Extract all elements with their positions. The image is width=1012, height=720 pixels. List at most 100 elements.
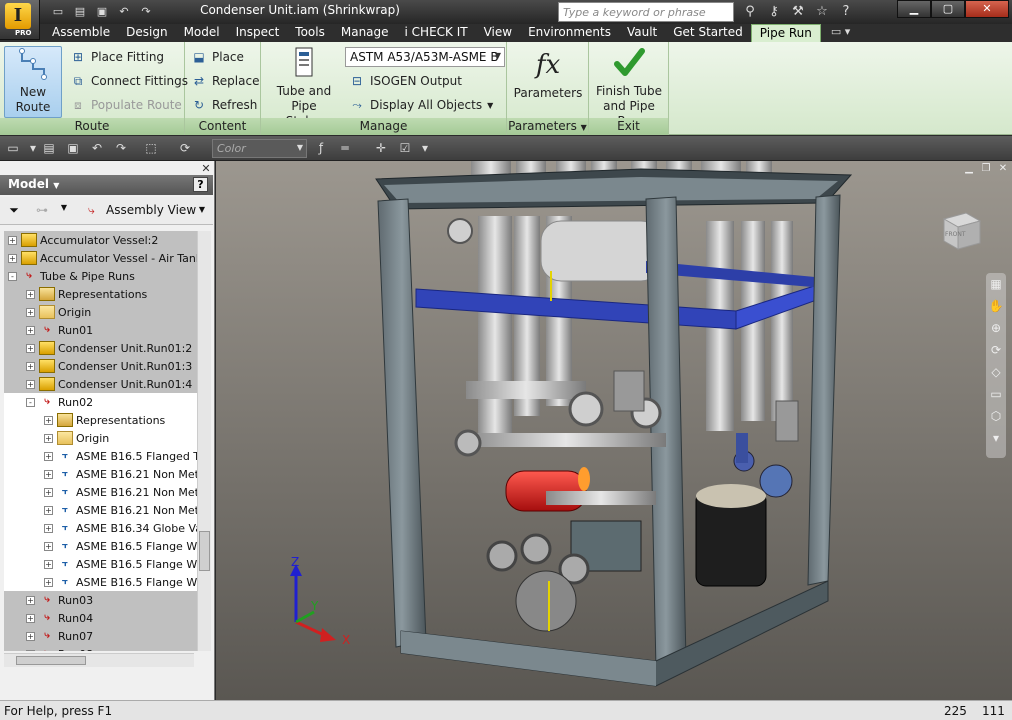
expand-icon[interactable]: + bbox=[44, 487, 53, 497]
check-icon[interactable]: ☑ bbox=[396, 139, 414, 157]
open-icon[interactable]: ▤ bbox=[70, 3, 90, 21]
expand-icon[interactable]: + bbox=[44, 451, 53, 461]
chevron-down-icon[interactable]: ▼ bbox=[56, 203, 72, 219]
tree-node[interactable]: + Representations bbox=[4, 285, 197, 303]
expand-icon[interactable]: + bbox=[44, 541, 53, 551]
key-icon[interactable]: ⚷ bbox=[764, 2, 784, 22]
tab-model[interactable]: Model bbox=[176, 24, 228, 42]
collapse-icon[interactable]: - bbox=[26, 397, 35, 407]
connect-fittings-button[interactable]: ⧉ Connect Fittings bbox=[70, 73, 188, 89]
tab-i-check-it[interactable]: i CHECK IT bbox=[397, 24, 476, 42]
tab-inspect[interactable]: Inspect bbox=[228, 24, 288, 42]
open-icon[interactable]: ▤ bbox=[40, 139, 58, 157]
zoom-icon[interactable]: ⊕ bbox=[986, 317, 1006, 339]
help-icon[interactable]: ? bbox=[836, 2, 856, 22]
expand-icon[interactable]: + bbox=[44, 469, 53, 479]
chevron-down-icon[interactable]: ▾ bbox=[986, 427, 1006, 449]
expand-icon[interactable]: + bbox=[44, 415, 53, 425]
expand-icon[interactable]: + bbox=[26, 595, 35, 605]
expand-icon[interactable]: + bbox=[26, 343, 35, 353]
tree-node[interactable]: + ⫟ ASME B16.21 Non Metallic bbox=[4, 465, 197, 483]
orbit-icon[interactable]: ⟳ bbox=[986, 339, 1006, 361]
finish-tube-pipe-run-button[interactable]: Finish Tube and Pipe Run bbox=[591, 46, 667, 129]
tree-node[interactable]: + ⫟ ASME B16.34 Globe Valve bbox=[4, 519, 197, 537]
update-icon[interactable]: ⟳ bbox=[176, 139, 194, 157]
view-face-icon[interactable]: ▭ bbox=[986, 383, 1006, 405]
maximize-button[interactable]: ▢ bbox=[931, 0, 965, 18]
scroll-thumb[interactable] bbox=[16, 656, 86, 665]
close-icon[interactable]: ✕ bbox=[199, 162, 213, 176]
full-navigation-wheel-icon[interactable]: ▦ bbox=[986, 273, 1006, 295]
pipe-style-select[interactable]: ASTM A53/A53M-ASME B bbox=[345, 47, 505, 67]
expand-icon[interactable]: + bbox=[26, 325, 35, 335]
expand-icon[interactable]: + bbox=[44, 505, 53, 515]
tree-node[interactable]: + Accumulator Vessel - Air Tank:1 bbox=[4, 249, 197, 267]
tree-node[interactable]: + ⫟ ASME B16.5 Flanged Tee bbox=[4, 447, 197, 465]
isogen-output-button[interactable]: ⊟ ISOGEN Output bbox=[349, 73, 462, 89]
rotate-icon[interactable]: ⬡ bbox=[986, 405, 1006, 427]
pan-icon[interactable]: ✋ bbox=[986, 295, 1006, 317]
chevron-down-icon[interactable]: ▾ bbox=[416, 139, 434, 157]
populate-route-button[interactable]: ⧈ Populate Route bbox=[70, 97, 182, 113]
save-icon[interactable]: ▣ bbox=[92, 3, 112, 21]
tree-node[interactable]: - ⤷ Tube & Pipe Runs bbox=[4, 267, 197, 285]
tab-view[interactable]: View bbox=[476, 24, 520, 42]
expand-icon[interactable]: + bbox=[26, 361, 35, 371]
look-at-icon[interactable]: ◇ bbox=[986, 361, 1006, 383]
tab-tools[interactable]: Tools bbox=[287, 24, 333, 42]
undo-icon[interactable]: ↶ bbox=[88, 139, 106, 157]
browser-vertical-scrollbar[interactable] bbox=[197, 231, 211, 651]
save-icon[interactable]: ▣ bbox=[64, 139, 82, 157]
tree-node[interactable]: + Condenser Unit.Run01:4 bbox=[4, 375, 197, 393]
replace-button[interactable]: ⇄ Replace bbox=[191, 73, 260, 89]
expand-icon[interactable]: + bbox=[44, 577, 53, 587]
tree-node[interactable]: - ⤷ Run02 bbox=[4, 393, 197, 411]
tree-node[interactable]: + ⫟ ASME B16.5 Flange Weld bbox=[4, 537, 197, 555]
expand-icon[interactable]: + bbox=[26, 613, 35, 623]
expand-icon[interactable]: + bbox=[8, 253, 17, 263]
tree-node[interactable]: + ⫟ ASME B16.5 Flange Weld bbox=[4, 573, 197, 591]
star-icon[interactable]: ☆ bbox=[812, 2, 832, 22]
minimize-button[interactable]: ▁ bbox=[962, 163, 976, 175]
select-icon[interactable]: ⬚ bbox=[142, 139, 160, 157]
restore-button[interactable]: ❐ bbox=[979, 163, 993, 175]
minimize-button[interactable]: ▁ bbox=[897, 0, 931, 18]
hierarchy-icon[interactable]: ⊶ bbox=[34, 203, 50, 219]
color-select[interactable]: Color bbox=[212, 139, 307, 158]
tab-pipe-run[interactable]: Pipe Run bbox=[750, 24, 821, 42]
tab-assemble[interactable]: Assemble bbox=[44, 24, 118, 42]
expand-icon[interactable]: + bbox=[44, 523, 53, 533]
expand-icon[interactable]: + bbox=[26, 379, 35, 389]
parameters-panel-label[interactable]: Parameters ▼ bbox=[507, 118, 588, 135]
tree-node[interactable]: + Accumulator Vessel:2 bbox=[4, 231, 197, 249]
view-cube[interactable]: FRONT bbox=[936, 205, 984, 253]
tab-get-started[interactable]: Get Started bbox=[665, 24, 751, 42]
browser-horizontal-scrollbar[interactable] bbox=[4, 653, 194, 667]
fx-icon[interactable]: ƒ bbox=[312, 139, 330, 157]
tree-node[interactable]: + Representations bbox=[4, 411, 197, 429]
crosshair-icon[interactable]: ✛ bbox=[372, 139, 390, 157]
measure-icon[interactable]: ═ bbox=[336, 139, 354, 157]
binoculars-icon[interactable]: ⚲ bbox=[740, 2, 760, 22]
tab-manage[interactable]: Manage bbox=[333, 24, 397, 42]
close-button[interactable]: ✕ bbox=[965, 0, 1009, 18]
assembly-view-select[interactable]: ⤷ Assembly View bbox=[84, 201, 208, 221]
tube-pipe-styles-button[interactable]: Tube and Pipe Styles bbox=[264, 46, 344, 129]
expand-icon[interactable]: + bbox=[44, 559, 53, 569]
expand-icon[interactable]: + bbox=[8, 235, 17, 245]
expand-icon[interactable]: + bbox=[26, 631, 35, 641]
search-input[interactable]: Type a keyword or phrase bbox=[558, 2, 734, 22]
tree-node[interactable]: + ⤷ Run04 bbox=[4, 609, 197, 627]
new-file-icon[interactable]: ▭ bbox=[48, 3, 68, 21]
tree-node[interactable]: + ⤷ Run01 bbox=[4, 321, 197, 339]
tree-node[interactable]: + Condenser Unit.Run01:2 bbox=[4, 339, 197, 357]
tree-node[interactable]: + ⫟ ASME B16.21 Non Metallic bbox=[4, 501, 197, 519]
tools-icon[interactable]: ⚒ bbox=[788, 2, 808, 22]
ribbon-options-icon[interactable]: ▭ ▾ bbox=[821, 24, 860, 42]
place-fitting-button[interactable]: ⊞ Place Fitting bbox=[70, 49, 164, 65]
display-all-objects-button[interactable]: ⤳ Display All Objects ▼ bbox=[349, 97, 493, 113]
tree-node[interactable]: + ⫟ ASME B16.21 Non Metallic bbox=[4, 483, 197, 501]
redo-icon[interactable]: ↷ bbox=[136, 3, 156, 21]
new-route-button[interactable]: New Route bbox=[4, 46, 62, 118]
tree-node[interactable]: + ⫟ ASME B16.5 Flange Weld bbox=[4, 555, 197, 573]
